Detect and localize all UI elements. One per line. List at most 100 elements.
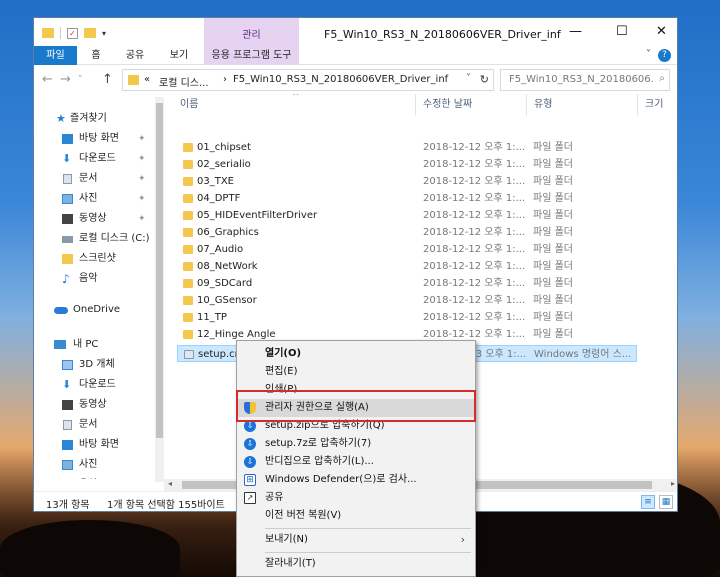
divider	[60, 27, 61, 39]
window-title: F5_Win10_RS3_N_20180606VER_Driver_inf	[324, 28, 561, 41]
ribbon-expand-icon[interactable]: ˅	[646, 49, 651, 60]
folder-icon	[183, 279, 193, 288]
pictures-icon	[62, 460, 73, 470]
large-icons-view-icon[interactable]: ▦	[659, 495, 673, 509]
details-view-icon[interactable]: ≡	[641, 495, 655, 509]
up-button[interactable]: ↑	[102, 72, 113, 87]
nav-item-label: 바탕 화면	[79, 439, 119, 450]
tab-view[interactable]: 보기	[164, 46, 194, 65]
cmd-file-icon	[184, 350, 194, 359]
menu-item-compress-bandizip[interactable]: ⇩ 반디집으로 압축하기(L)...	[237, 453, 475, 471]
folder-icon	[183, 330, 193, 339]
search-input[interactable]: F5_Win10_RS3_N_20180606... ⌕	[500, 69, 670, 91]
item-count: 13개 항목	[46, 500, 90, 511]
pin-icon[interactable]: ✦	[138, 189, 146, 209]
nav-item-label: 동영상	[79, 213, 107, 224]
file-type: 파일 폴더	[533, 244, 573, 255]
menu-item-defender-scan[interactable]: ⊞ Windows Defender(으)로 검사...	[237, 471, 475, 489]
compress-icon: ⇩	[244, 438, 256, 450]
tab-application-tools[interactable]: 응용 프로그램 도구	[204, 46, 299, 65]
new-folder-icon[interactable]	[84, 28, 96, 38]
tab-share[interactable]: 공유	[120, 46, 150, 65]
breadcrumb-current-folder[interactable]: F5_Win10_RS3_N_20180606VER_Driver_inf	[233, 74, 448, 85]
column-header-type[interactable]: 유형	[528, 94, 638, 116]
search-icon[interactable]: ⌕	[659, 73, 665, 84]
menu-item-open[interactable]: 열기(O)	[237, 345, 475, 363]
menu-item-cut[interactable]: 잘라내기(T)	[237, 555, 475, 573]
file-date: 2018-12-12 오후 1:...	[423, 193, 526, 204]
table-row[interactable]: 03_TXE 2018-12-12 오후 1:... 파일 폴더	[177, 173, 637, 190]
pin-icon[interactable]: ✦	[138, 149, 146, 169]
nav-scrollbar[interactable]	[155, 97, 164, 482]
manage-context-tab[interactable]: 관리	[204, 18, 299, 46]
chevron-down-icon[interactable]: ˅	[466, 73, 471, 84]
table-row[interactable]: 02_serialio 2018-12-12 오후 1:... 파일 폴더	[177, 156, 637, 173]
tab-file[interactable]: 파일	[34, 46, 77, 65]
table-row[interactable]: 04_DPTF 2018-12-12 오후 1:... 파일 폴더	[177, 190, 637, 207]
folder-icon	[183, 313, 193, 322]
pin-icon[interactable]: ✦	[138, 209, 146, 229]
table-row[interactable]: 01_chipset 2018-12-12 오후 1:... 파일 폴더	[177, 139, 637, 156]
table-row[interactable]: 06_Graphics 2018-12-12 오후 1:... 파일 폴더	[177, 224, 637, 241]
star-icon: ★	[56, 112, 66, 125]
column-label: 수정한 날짜	[423, 99, 473, 110]
file-type: 파일 폴더	[533, 278, 573, 289]
highlight-annotation-box	[236, 390, 476, 422]
recent-locations-icon[interactable]: ˅	[78, 75, 83, 85]
file-name: 02_serialio	[197, 159, 251, 170]
scrollbar-thumb[interactable]	[156, 103, 163, 438]
music-icon: ♪	[62, 475, 73, 479]
nav-item-label: 스크린샷	[79, 253, 116, 264]
refresh-icon[interactable]: ↻	[480, 73, 489, 86]
file-date: 2018-12-12 오후 1:...	[423, 261, 526, 272]
pin-icon[interactable]: ✦	[138, 129, 146, 149]
menu-item-label: setup.7z로 압축하기(7)	[265, 438, 372, 449]
close-button[interactable]: ✕	[656, 24, 667, 39]
scroll-right-icon[interactable]: ▸	[671, 479, 675, 488]
file-date: 2018-12-12 오후 1:...	[423, 142, 526, 153]
help-icon[interactable]: ?	[658, 49, 671, 62]
drive-icon	[62, 236, 73, 243]
menu-item-send-to[interactable]: 보내기(N) ›	[237, 531, 475, 549]
table-row[interactable]: 09_SDCard 2018-12-12 오후 1:... 파일 폴더	[177, 275, 637, 292]
tab-home[interactable]: 홈	[86, 46, 106, 65]
table-row[interactable]: 11_TP 2018-12-12 오후 1:... 파일 폴더	[177, 309, 637, 326]
scroll-left-icon[interactable]: ◂	[168, 479, 172, 488]
table-row[interactable]: 10_GSensor 2018-12-12 오후 1:... 파일 폴더	[177, 292, 637, 309]
column-header-date[interactable]: 수정한 날짜	[417, 94, 527, 116]
file-type: 파일 폴더	[533, 193, 573, 204]
table-row[interactable]: 08_NetWork 2018-12-12 오후 1:... 파일 폴더	[177, 258, 637, 275]
quick-access-toolbar: ✓ ▾	[42, 27, 106, 39]
file-type: Windows 명령어 스...	[534, 349, 632, 360]
file-type: 파일 폴더	[533, 295, 573, 306]
properties-icon[interactable]: ✓	[67, 27, 78, 39]
chevron-down-icon[interactable]: ▾	[102, 29, 106, 38]
pin-icon[interactable]: ✦	[138, 169, 146, 189]
menu-item-share[interactable]: ↗ 공유	[237, 489, 475, 507]
nav-item-label: 동영상	[79, 399, 107, 410]
address-bar[interactable]: « 로컬 디스... › F5_Win10_RS3_N_20180606VER_…	[122, 69, 494, 91]
table-row[interactable]: 07_Audio 2018-12-12 오후 1:... 파일 폴더	[177, 241, 637, 258]
column-label: 이름	[180, 99, 199, 110]
menu-item-edit[interactable]: 편집(E)	[237, 363, 475, 381]
folder-icon[interactable]	[42, 28, 54, 38]
forward-button[interactable]: →	[60, 72, 71, 87]
navigation-bar: ← → ˅ ↑ « 로컬 디스... › F5_Win10_RS3_N_2018…	[34, 65, 677, 94]
column-header-size[interactable]: 크기	[639, 94, 677, 116]
minimize-button[interactable]: —	[569, 24, 582, 39]
pc-icon	[54, 340, 66, 349]
table-row[interactable]: 05_HIDEventFilterDriver 2018-12-12 오후 1:.…	[177, 207, 637, 224]
column-header-name[interactable]: 이름 ^	[174, 94, 416, 116]
back-button[interactable]: ←	[42, 72, 53, 87]
file-name: 11_TP	[197, 312, 227, 323]
breadcrumb-overflow[interactable]: «	[144, 74, 150, 85]
menu-separator	[265, 552, 471, 553]
menu-item-restore-previous[interactable]: 이전 버전 복원(V)	[237, 507, 475, 525]
breadcrumb-local-disk[interactable]: 로컬 디스...	[159, 74, 209, 89]
file-type: 파일 폴더	[533, 312, 573, 323]
file-type: 파일 폴더	[533, 159, 573, 170]
selection-info: 1개 항목 선택함 155바이트	[107, 500, 225, 511]
menu-item-compress-7z[interactable]: ⇩ setup.7z로 압축하기(7)	[237, 435, 475, 453]
maximize-button[interactable]: ☐	[616, 24, 628, 39]
menu-item-label: 잘라내기(T)	[265, 558, 316, 569]
